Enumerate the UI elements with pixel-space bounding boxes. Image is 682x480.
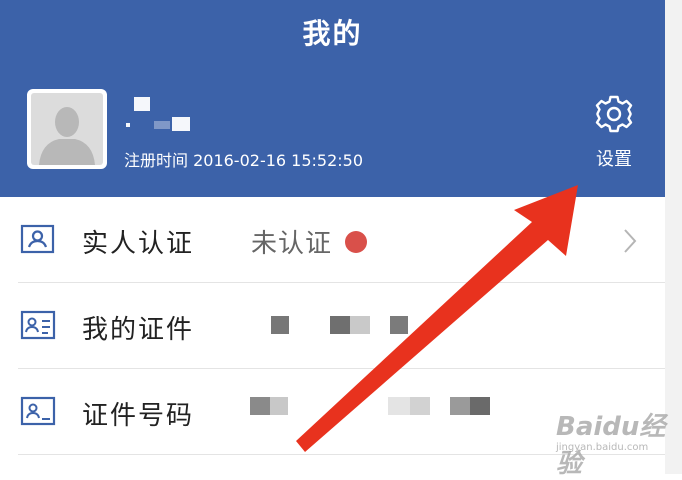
list-item-my-documents[interactable]: 我的证件 [0, 283, 665, 369]
redacted-value [270, 397, 288, 415]
settings-button[interactable]: 设置 [587, 93, 641, 173]
profile-header: 我的 注册时间 2016-02-16 15:52:50 设置 [0, 0, 665, 197]
redacted-value [350, 316, 370, 334]
auth-status-value: 未认证 [251, 229, 333, 259]
watermark: Baidu经验 jingyan.baidu.com [556, 402, 666, 479]
page-edge [665, 0, 682, 474]
redacted-value [271, 316, 289, 334]
row-label: 证件号码 [82, 401, 195, 431]
default-avatar-icon [31, 93, 103, 165]
gear-icon [595, 95, 633, 133]
id-card-icon [20, 310, 56, 340]
chevron-right-icon [624, 229, 637, 253]
redacted-value [470, 397, 490, 415]
watermark-url: jingyan.baidu.com [556, 442, 649, 453]
user-name-redacted [124, 97, 194, 133]
redacted-value [330, 316, 350, 334]
row-label: 我的证件 [82, 315, 195, 345]
redacted-value [410, 397, 430, 415]
redacted-value [388, 397, 410, 415]
redacted-value [390, 316, 408, 334]
id-number-card-icon [20, 396, 56, 426]
status-badge [345, 231, 367, 253]
registration-time: 注册时间 2016-02-16 15:52:50 [124, 151, 364, 170]
page-title: 我的 [302, 17, 363, 50]
person-id-card-icon [20, 224, 55, 254]
redacted-value [450, 397, 470, 415]
row-label: 实人认证 [82, 229, 195, 259]
list-item-real-name-auth[interactable]: 实人认证 未认证 [0, 197, 665, 283]
avatar[interactable] [27, 89, 107, 169]
settings-label: 设置 [596, 149, 632, 170]
redacted-value [250, 397, 270, 415]
